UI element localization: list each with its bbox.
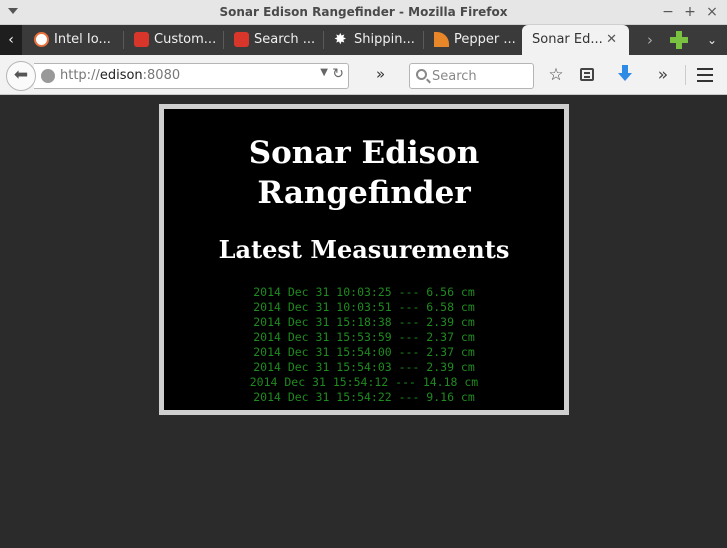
measurement-item: 2014 Dec 31 15:53:59 --- 2.37 cm	[253, 330, 475, 344]
download-arrow-icon[interactable]	[618, 65, 632, 83]
tab-intel-iot[interactable]: Intel Io...	[24, 25, 124, 55]
rangefinder-panel: Sonar Edison Rangefinder Latest Measurem…	[159, 104, 569, 415]
tab-label: Sonar Ed...	[532, 32, 603, 47]
back-arrow-icon: ⬅	[13, 65, 29, 85]
custom-favicon-icon	[134, 32, 149, 47]
measurements-heading: Latest Measurements	[218, 235, 510, 264]
tab-strip: ‹ Intel Io... Custom... Search ... ✸ Shi…	[0, 25, 727, 55]
url-text[interactable]: http://edison:8080	[60, 68, 180, 83]
measurement-list: 2014 Dec 31 10:03:25 --- 6.56 cm 2014 De…	[164, 285, 564, 405]
chevron-overflow-icon[interactable]: »	[651, 63, 675, 87]
reload-icon[interactable]: ↻	[332, 66, 344, 82]
window-title: Sonar Edison Rangefinder - Mozilla Firef…	[219, 5, 508, 19]
navigation-toolbar: http://edison:8080 ▼ ↻ ⬅ » ☆ »	[0, 55, 727, 95]
tab-scroll-right-button[interactable]: ›	[640, 25, 660, 55]
url-history-dropdown-icon[interactable]: ▼	[320, 67, 328, 78]
measurement-item: 2014 Dec 31 10:03:25 --- 6.56 cm	[253, 285, 475, 299]
window-titlebar: Sonar Edison Rangefinder - Mozilla Firef…	[0, 0, 727, 25]
search-input[interactable]	[432, 67, 527, 85]
tab-label: Intel Io...	[54, 32, 111, 47]
measurement-item: 2014 Dec 31 10:03:51 --- 6.58 cm	[253, 300, 475, 314]
toolbar-overflow-button[interactable]: »	[376, 65, 385, 83]
measurement-item: 2014 Dec 31 15:54:00 --- 2.37 cm	[253, 345, 475, 359]
url-bar[interactable]: http://edison:8080 ▼ ↻	[34, 63, 349, 89]
search-favicon-icon	[234, 32, 249, 47]
new-tab-plus-icon[interactable]	[668, 29, 690, 51]
url-host: edison	[99, 68, 143, 83]
page-title: Sonar Edison Rangefinder	[248, 135, 480, 211]
url-scheme: http://	[60, 68, 100, 83]
measurement-item: 2014 Dec 31 15:54:03 --- 2.39 cm	[253, 360, 475, 374]
minimize-button[interactable]: −	[660, 3, 676, 21]
tab-label: Pepper ...	[454, 32, 516, 47]
tab-label: Search ...	[254, 32, 316, 47]
hamburger-menu-icon[interactable]	[697, 68, 713, 82]
tab-label: Custom...	[154, 32, 217, 47]
close-tab-icon[interactable]: ✕	[606, 25, 617, 55]
rss-favicon-icon	[434, 32, 449, 47]
page-viewport: Sonar Edison Rangefinder Latest Measurem…	[0, 95, 727, 548]
reading-list-icon[interactable]	[580, 68, 594, 81]
measurement-item: 2014 Dec 31 15:54:22 --- 9.16 cm	[253, 390, 475, 404]
tab-shipping[interactable]: ✸ Shippin...	[324, 25, 424, 55]
measurement-item: 2014 Dec 31 15:18:38 --- 2.39 cm	[253, 315, 475, 329]
star-favicon-icon: ✸	[334, 30, 347, 48]
toolbar-separator	[685, 65, 686, 85]
close-window-button[interactable]: ×	[704, 3, 720, 21]
tab-pepper[interactable]: Pepper ...	[424, 25, 522, 55]
intel-iot-favicon-icon	[34, 32, 49, 47]
tab-search[interactable]: Search ...	[224, 25, 324, 55]
back-button[interactable]: ⬅	[6, 61, 36, 91]
tab-scroll-left-button[interactable]: ‹	[0, 25, 22, 55]
maximize-button[interactable]: +	[682, 3, 698, 21]
search-bar[interactable]	[409, 63, 534, 89]
url-port: :8080	[142, 68, 181, 83]
bookmark-star-icon[interactable]: ☆	[544, 63, 568, 87]
tab-sonar-edison[interactable]: Sonar Ed... ✕	[522, 25, 629, 55]
tab-custom[interactable]: Custom...	[124, 25, 224, 55]
measurement-item: 2014 Dec 31 15:54:12 --- 14.18 cm	[249, 375, 479, 389]
all-tabs-dropdown-icon[interactable]: ⌄	[702, 25, 722, 55]
tab-label: Shippin...	[354, 32, 415, 47]
globe-icon	[41, 69, 55, 83]
search-icon	[416, 69, 427, 80]
